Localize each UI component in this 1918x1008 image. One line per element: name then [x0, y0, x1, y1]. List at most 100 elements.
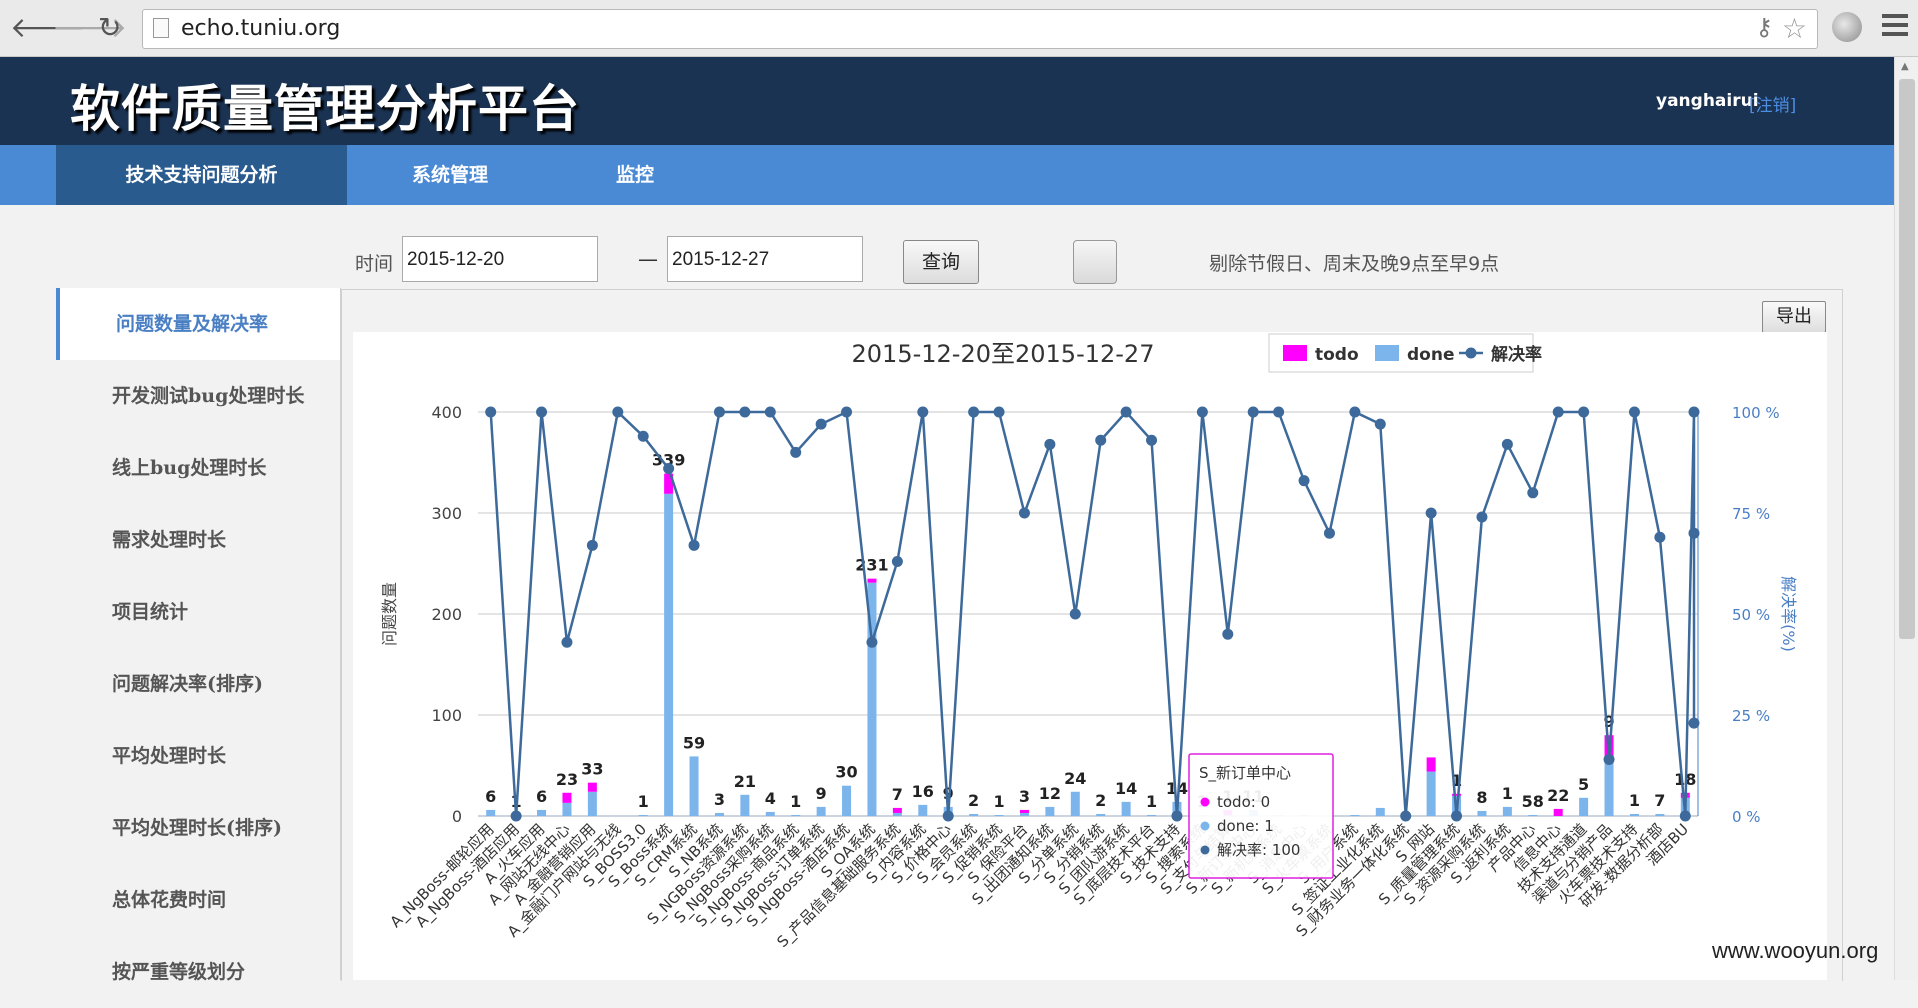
time-label: 时间 — [355, 253, 394, 275]
rate-point — [1222, 628, 1234, 640]
sidebar-item-resolution-rate-sorted[interactable]: 问题解决率(排序) — [56, 648, 340, 720]
key-icon[interactable]: ⚷ — [1755, 13, 1773, 41]
browser-menu-icon[interactable] — [1882, 14, 1908, 41]
legend-todo-label: todo — [1315, 345, 1359, 365]
rate-point — [917, 406, 929, 418]
bar-total-label: 1 — [1502, 784, 1513, 803]
bar-todo — [562, 792, 572, 803]
logout-link[interactable]: [注销] — [1749, 91, 1796, 116]
sidebar-item-issue-count[interactable]: 问题数量及解决率 — [56, 288, 340, 360]
bookmark-star-icon[interactable]: ☆ — [1782, 12, 1807, 45]
address-bar[interactable]: echo.tuniu.org ⚷ ☆ — [142, 9, 1818, 49]
rate-point — [968, 406, 980, 418]
bar-done — [1477, 810, 1487, 816]
bar-done — [1375, 807, 1385, 816]
bar-total-label: 7 — [1654, 791, 1665, 810]
sidebar-item-requirement-time[interactable]: 需求处理时长 — [56, 504, 340, 576]
rate-point — [586, 539, 598, 551]
rate-point — [663, 463, 675, 475]
legend-rate-marker — [1465, 347, 1477, 359]
reload-icon[interactable]: ↻ — [98, 10, 121, 46]
bar-total-label: 12 — [1039, 784, 1061, 803]
rate-point — [866, 636, 878, 648]
rate-point — [1018, 507, 1030, 519]
exclude-holidays-label: 剔除节假日、周末及晚9点至早9点 — [1209, 253, 1500, 275]
main-nav: 技术支持问题分析 系统管理 监控 — [0, 145, 1894, 205]
sidebar-item-online-bug-time[interactable]: 线上bug处理时长 — [56, 432, 340, 504]
extension-globe-icon[interactable] — [1832, 12, 1862, 42]
rate-point — [1196, 406, 1208, 418]
chart-title: 2015-12-20至2015-12-27 — [852, 340, 1155, 368]
rate-point — [1552, 406, 1564, 418]
rate-point — [1323, 527, 1335, 539]
end-date-input[interactable]: 2015-12-27 — [667, 236, 863, 282]
bar-total-label: 8 — [1476, 788, 1487, 807]
bar-total-label: 23 — [556, 770, 578, 789]
bar-done — [1147, 814, 1157, 816]
tooltip-todo-line: todo: 0 — [1217, 793, 1270, 811]
rate-point — [1688, 527, 1700, 539]
sidebar-item-avg-time[interactable]: 平均处理时长 — [56, 720, 340, 792]
date-separator: — — [638, 247, 658, 271]
nav-system-management[interactable]: 系统管理 — [380, 145, 520, 205]
rate-point — [764, 406, 776, 418]
rate-point — [993, 406, 1005, 418]
sidebar-item-total-time[interactable]: 总体花费时间 — [56, 864, 340, 936]
bar-done — [740, 794, 750, 816]
bar-total-label: 22 — [1547, 786, 1569, 805]
sidebar-item-avg-time-sorted[interactable]: 平均处理时长(排序) — [56, 792, 340, 864]
bar-total-label: 1 — [1629, 791, 1640, 810]
bar-total-label: 1 — [1146, 792, 1157, 811]
rate-point — [1349, 406, 1361, 418]
rate-point — [1628, 406, 1640, 418]
rate-point — [1654, 531, 1666, 543]
bar-total-label: 2 — [968, 791, 979, 810]
tooltip-rate-line: 解决率: 100 — [1217, 841, 1300, 859]
rate-point — [841, 406, 853, 418]
start-date-input[interactable]: 2015-12-20 — [402, 236, 598, 282]
bar-done — [765, 811, 775, 816]
url-text[interactable]: echo.tuniu.org — [181, 16, 340, 41]
rate-point — [1527, 487, 1539, 499]
page-icon — [153, 18, 169, 38]
rate-point — [536, 406, 548, 418]
exclude-holidays-checkbox[interactable] — [1073, 240, 1117, 284]
bar-total-label: 24 — [1064, 769, 1086, 788]
rate-point — [612, 406, 624, 418]
bar-todo — [867, 578, 877, 583]
rate-point — [790, 446, 802, 458]
sidebar-item-by-severity[interactable]: 按严重等级划分 — [56, 936, 340, 1008]
rate-point — [1400, 810, 1412, 822]
bar-done — [587, 791, 597, 816]
bar-total-label: 9 — [816, 784, 827, 803]
bar-total-label: 14 — [1115, 779, 1137, 798]
app-title: 软件质量管理分析平台 — [70, 79, 580, 138]
bar-total-label: 33 — [581, 760, 603, 779]
bar-done — [689, 756, 699, 816]
search-button[interactable]: 查询 — [903, 240, 979, 284]
y-axis-title: 问题数量 — [380, 582, 399, 646]
nav-monitor[interactable]: 监控 — [590, 145, 680, 205]
scrollbar-thumb[interactable] — [1899, 79, 1915, 639]
rate-point — [1578, 406, 1590, 418]
app-header: 软件质量管理分析平台 yanghairui [注销] — [0, 57, 1894, 145]
export-button[interactable]: 导出 — [1762, 301, 1826, 333]
rate-point — [688, 539, 700, 551]
bar-todo — [1553, 808, 1563, 816]
bar-done — [1579, 797, 1589, 816]
rate-point — [1476, 511, 1488, 523]
page-scrollbar[interactable]: ▲ — [1894, 57, 1918, 980]
sidebar-item-project-stats[interactable]: 项目统计 — [56, 576, 340, 648]
y2-tick-label: 100 % — [1732, 404, 1780, 422]
bar-total-label: 6 — [485, 787, 496, 806]
rate-point — [1273, 406, 1285, 418]
bar-done — [562, 802, 572, 816]
nav-tech-support-analysis[interactable]: 技术支持问题分析 — [56, 145, 347, 205]
sidebar-item-dev-test-bug-time[interactable]: 开发测试bug处理时长 — [56, 360, 340, 432]
rate-point — [1120, 406, 1132, 418]
scroll-up-icon[interactable]: ▲ — [1901, 61, 1909, 72]
bar-todo — [587, 782, 597, 792]
bar-total-label: 1 — [638, 792, 649, 811]
bar-total-label: 6 — [536, 787, 547, 806]
y2-tick-label: 25 % — [1732, 707, 1770, 725]
